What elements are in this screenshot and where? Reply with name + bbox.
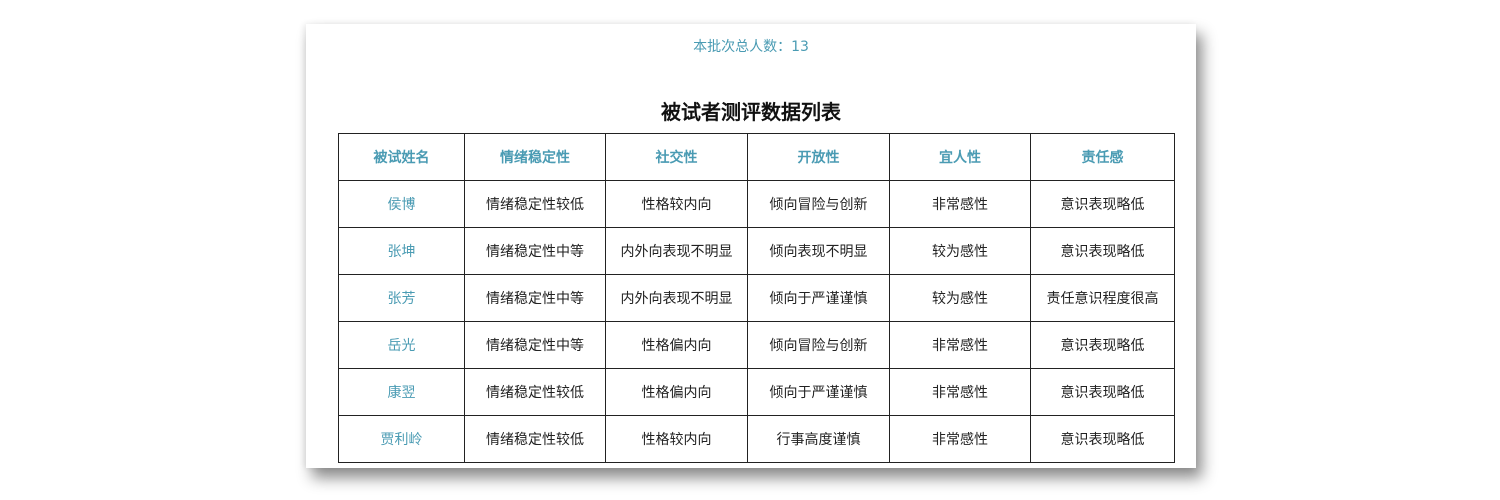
subject-name-cell[interactable]: 张坤 xyxy=(338,227,465,275)
table-row: 康翌 情绪稳定性较低 性格偏内向 倾向于严谨谨慎 非常感性 意识表现略低 xyxy=(338,368,1175,416)
sociability-cell: 性格偏内向 xyxy=(605,368,748,416)
responsibility-cell: 意识表现略低 xyxy=(1030,368,1175,416)
emotional-stability-cell: 情绪稳定性较低 xyxy=(464,368,606,416)
report-card: 本批次总人数：13 被试者测评数据列表 被试姓名 情绪稳定性 社交性 开放性 宜… xyxy=(306,24,1196,468)
sociability-cell: 性格较内向 xyxy=(605,180,748,228)
responsibility-cell: 意识表现略低 xyxy=(1030,415,1175,463)
batch-total-count: 本批次总人数：13 xyxy=(693,39,809,55)
responsibility-cell: 意识表现略低 xyxy=(1030,227,1175,275)
openness-cell: 倾向于严谨谨慎 xyxy=(747,368,890,416)
subject-name-cell[interactable]: 岳光 xyxy=(338,321,465,369)
column-header-openness: 开放性 xyxy=(747,133,890,181)
openness-cell: 行事高度谨慎 xyxy=(747,415,890,463)
openness-cell: 倾向于严谨谨慎 xyxy=(747,274,890,322)
sociability-cell: 内外向表现不明显 xyxy=(605,227,748,275)
sociability-cell: 性格较内向 xyxy=(605,415,748,463)
table-row: 张芳 情绪稳定性中等 内外向表现不明显 倾向于严谨谨慎 较为感性 责任意识程度很… xyxy=(338,274,1175,322)
emotional-stability-cell: 情绪稳定性中等 xyxy=(464,274,606,322)
openness-cell: 倾向冒险与创新 xyxy=(747,180,890,228)
agreeableness-cell: 非常感性 xyxy=(889,368,1031,416)
agreeableness-cell: 非常感性 xyxy=(889,180,1031,228)
screen: 本批次总人数：13 被试者测评数据列表 被试姓名 情绪稳定性 社交性 开放性 宜… xyxy=(0,0,1500,500)
agreeableness-cell: 较为感性 xyxy=(889,227,1031,275)
sociability-cell: 内外向表现不明显 xyxy=(605,274,748,322)
sociability-cell: 性格偏内向 xyxy=(605,321,748,369)
table-row: 侯博 情绪稳定性较低 性格较内向 倾向冒险与创新 非常感性 意识表现略低 xyxy=(338,180,1175,228)
emotional-stability-cell: 情绪稳定性较低 xyxy=(464,180,606,228)
subject-name-cell[interactable]: 康翌 xyxy=(338,368,465,416)
responsibility-cell: 意识表现略低 xyxy=(1030,321,1175,369)
subject-name-cell[interactable]: 侯博 xyxy=(338,180,465,228)
table-title: 被试者测评数据列表 xyxy=(661,100,841,124)
subject-name-cell[interactable]: 张芳 xyxy=(338,274,465,322)
column-header-sociability: 社交性 xyxy=(605,133,748,181)
table-row: 贾利岭 情绪稳定性较低 性格较内向 行事高度谨慎 非常感性 意识表现略低 xyxy=(338,415,1175,463)
subject-name-cell[interactable]: 贾利岭 xyxy=(338,415,465,463)
emotional-stability-cell: 情绪稳定性中等 xyxy=(464,227,606,275)
responsibility-cell: 意识表现略低 xyxy=(1030,180,1175,228)
column-header-agreeableness: 宜人性 xyxy=(889,133,1031,181)
table-row: 张坤 情绪稳定性中等 内外向表现不明显 倾向表现不明显 较为感性 意识表现略低 xyxy=(338,227,1175,275)
column-header-name: 被试姓名 xyxy=(338,133,465,181)
column-header-responsibility: 责任感 xyxy=(1030,133,1175,181)
openness-cell: 倾向冒险与创新 xyxy=(747,321,890,369)
agreeableness-cell: 较为感性 xyxy=(889,274,1031,322)
table-header-row: 被试姓名 情绪稳定性 社交性 开放性 宜人性 责任感 xyxy=(338,133,1175,181)
agreeableness-cell: 非常感性 xyxy=(889,321,1031,369)
emotional-stability-cell: 情绪稳定性较低 xyxy=(464,415,606,463)
column-header-emotional-stability: 情绪稳定性 xyxy=(464,133,606,181)
agreeableness-cell: 非常感性 xyxy=(889,415,1031,463)
openness-cell: 倾向表现不明显 xyxy=(747,227,890,275)
assessment-data-table: 被试姓名 情绪稳定性 社交性 开放性 宜人性 责任感 侯博 情绪稳定性较低 性格… xyxy=(338,133,1175,463)
table-row: 岳光 情绪稳定性中等 性格偏内向 倾向冒险与创新 非常感性 意识表现略低 xyxy=(338,321,1175,369)
responsibility-cell: 责任意识程度很高 xyxy=(1030,274,1175,322)
emotional-stability-cell: 情绪稳定性中等 xyxy=(464,321,606,369)
